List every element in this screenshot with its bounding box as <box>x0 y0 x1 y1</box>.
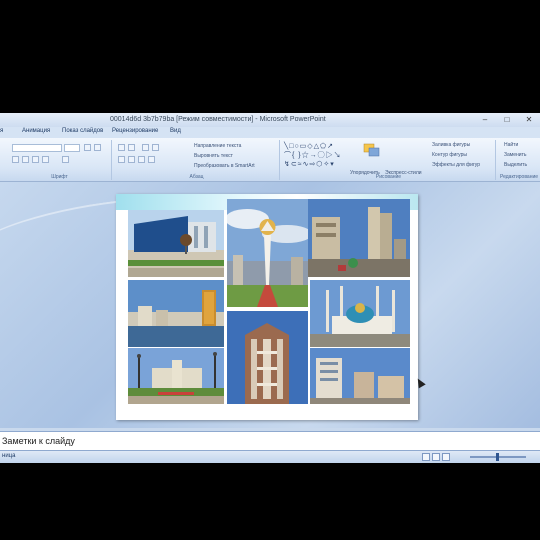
indent-increase-icon[interactable] <box>152 144 159 151</box>
font-group-label: Шрифт <box>51 174 68 180</box>
zoom-slider-knob[interactable] <box>496 453 499 461</box>
convert-smartart-button[interactable]: Преобразовать в SmartArt <box>194 163 255 169</box>
photo-office-tower[interactable] <box>227 311 308 404</box>
shapes-gallery[interactable]: ╲□○▭◇△⬠↗ ⌒{ }☆→◯▷↘ ↯⊂≈∿⇨⬡✧▾ <box>284 142 350 168</box>
shape-outline-button[interactable]: Контур фигуры <box>432 152 467 158</box>
shape-fill-button[interactable]: Заливка фигуры <box>432 142 470 148</box>
paragraph-group: Направление текста Выровнять текст Преоб… <box>114 140 280 180</box>
arrange-icon[interactable] <box>360 142 384 158</box>
tab-design[interactable]: я <box>0 128 3 134</box>
align-right-icon[interactable] <box>138 156 145 163</box>
justify-icon[interactable] <box>148 156 155 163</box>
ribbon: Шрифт Направление текста Выровнять текст… <box>0 138 540 182</box>
bold-icon[interactable] <box>12 156 19 163</box>
tab-review[interactable]: Рецензирование <box>112 128 158 134</box>
align-left-icon[interactable] <box>118 156 125 163</box>
underline-icon[interactable] <box>32 156 39 163</box>
photo-blue-glass-building[interactable] <box>128 210 224 277</box>
sorter-view-icon[interactable] <box>432 453 440 461</box>
font-color-icon[interactable] <box>62 156 69 163</box>
find-button[interactable]: Найти <box>504 142 518 148</box>
tab-slideshow[interactable]: Показ слайдов <box>62 128 103 134</box>
photo-bayterek-tower[interactable] <box>227 199 308 307</box>
paragraph-group-label: Абзац <box>189 174 204 180</box>
photo-government-building[interactable] <box>128 348 224 404</box>
powerpoint-window: 00014d6d 3b7b79ba [Режим совместимости] … <box>0 113 540 463</box>
bullets-icon[interactable] <box>118 144 125 151</box>
photo-river-district[interactable] <box>128 280 224 347</box>
normal-view-icon[interactable] <box>422 453 430 461</box>
text-direction-button[interactable]: Направление текста <box>194 143 241 149</box>
slide-canvas[interactable] <box>116 194 418 420</box>
title-bar: 00014d6d 3b7b79ba [Режим совместимости] … <box>0 113 540 127</box>
editing-group: Найти Заменить Выделить Редактирование <box>498 140 540 180</box>
shrink-font-icon[interactable] <box>94 144 101 151</box>
font-size-combo[interactable] <box>64 144 80 152</box>
view-buttons <box>422 453 450 461</box>
arrange-button[interactable]: Упорядочить <box>350 170 380 176</box>
replace-button[interactable]: Заменить <box>504 152 526 158</box>
slide-editing-area <box>0 181 540 428</box>
status-bar: ница <box>0 451 540 463</box>
italic-icon[interactable] <box>22 156 29 163</box>
notes-placeholder: Заметки к слайду <box>2 436 75 446</box>
editing-group-label: Редактирование <box>499 174 539 180</box>
quick-styles-button[interactable]: Экспресс-стили <box>385 170 422 176</box>
photo-residential-complex[interactable] <box>310 348 410 404</box>
photo-apartment-towers[interactable] <box>308 199 410 277</box>
numbering-icon[interactable] <box>128 144 135 151</box>
minimize-button[interactable]: – <box>474 113 496 127</box>
align-text-button[interactable]: Выровнять текст <box>194 153 233 159</box>
window-title: 00014d6d 3b7b79ba [Режим совместимости] … <box>110 116 326 123</box>
strikethrough-icon[interactable] <box>42 156 49 163</box>
tab-animation[interactable]: Анимация <box>22 128 50 134</box>
slideshow-view-icon[interactable] <box>442 453 450 461</box>
status-slide-info: ница <box>2 453 16 459</box>
font-group: Шрифт <box>8 140 112 180</box>
notes-pane[interactable]: Заметки к слайду <box>0 431 540 451</box>
tab-view[interactable]: Вид <box>170 128 181 134</box>
maximize-button[interactable]: □ <box>496 113 518 127</box>
ribbon-tabs: я Анимация Показ слайдов Рецензирование … <box>0 127 540 138</box>
select-button[interactable]: Выделить <box>504 162 527 168</box>
close-button[interactable]: ✕ <box>518 113 540 127</box>
shape-effects-button[interactable]: Эффекты для фигур <box>432 162 480 168</box>
font-name-combo[interactable] <box>12 144 62 152</box>
photo-mosque[interactable] <box>310 280 410 347</box>
grow-font-icon[interactable] <box>84 144 91 151</box>
indent-decrease-icon[interactable] <box>142 144 149 151</box>
align-center-icon[interactable] <box>128 156 135 163</box>
